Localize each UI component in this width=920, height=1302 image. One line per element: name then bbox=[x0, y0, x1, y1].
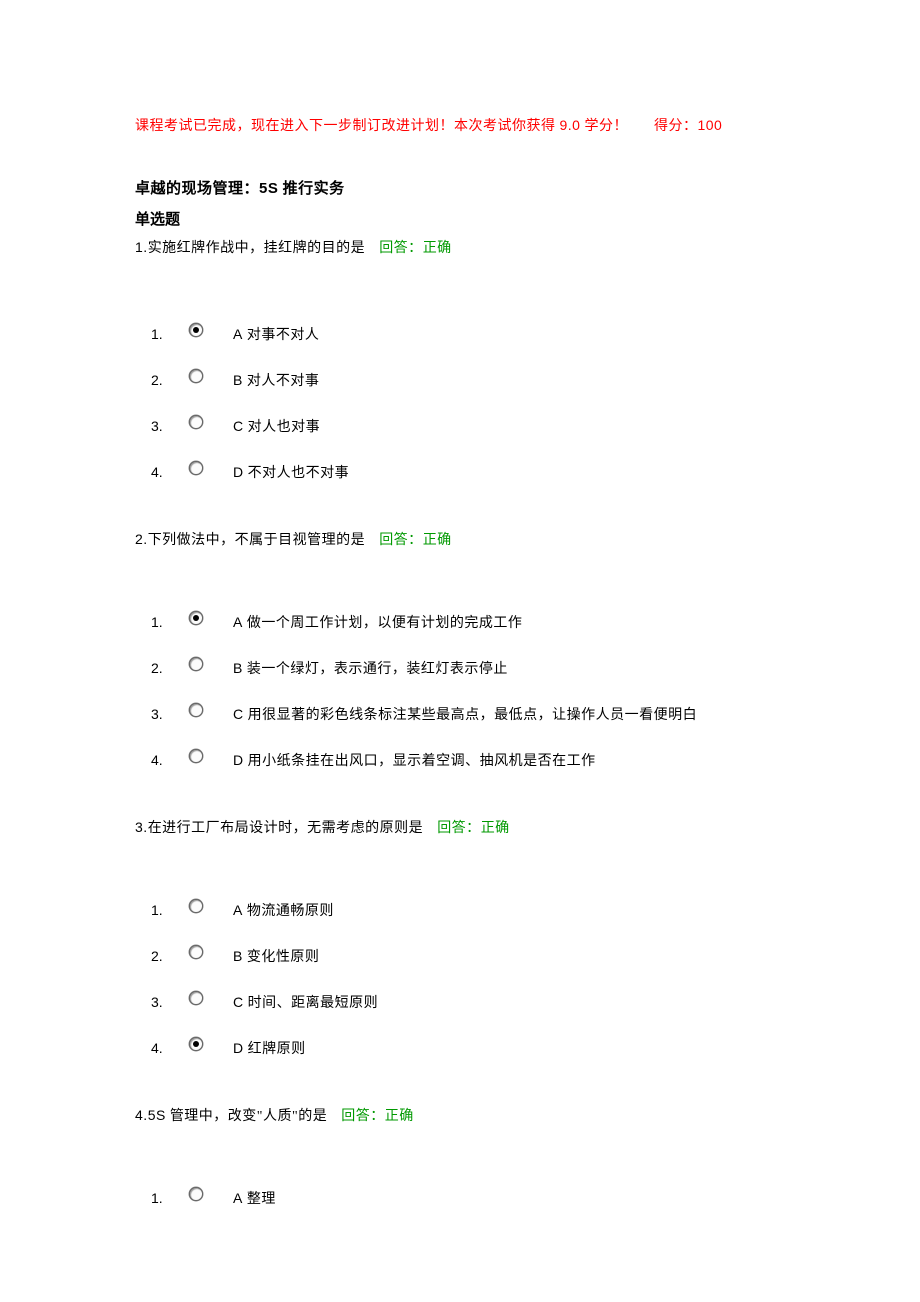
question-block: 2.下列做法中，不属于目视管理的是回答：正确 1. A做一个周工作计划，以便有计… bbox=[135, 529, 790, 783]
option-row: 2. B对人不对事 bbox=[145, 357, 790, 403]
title-suffix: 推行实务 bbox=[278, 181, 344, 197]
question-type-heading: 单选题 bbox=[135, 208, 790, 229]
answer-status: 回答：正确 bbox=[379, 533, 452, 548]
notice-credits: 9.0 bbox=[560, 117, 581, 133]
option-index: 2. bbox=[145, 948, 189, 964]
option-row: 2. B装一个绿灯，表示通行，装红灯表示停止 bbox=[145, 645, 790, 691]
option-index: 2. bbox=[145, 372, 189, 388]
answer-status: 回答：正确 bbox=[341, 1109, 414, 1124]
radio-icon[interactable] bbox=[189, 657, 203, 671]
question-text: 下列做法中，不属于目视管理的是 bbox=[148, 533, 366, 548]
question-number: 1. bbox=[135, 239, 148, 255]
question-stem: 4.5S 管理中，改变"人质"的是回答：正确 bbox=[135, 1105, 790, 1125]
option-row: 3. C用很显著的彩色线条标注某些最高点，最低点，让操作人员一看便明白 bbox=[145, 691, 790, 737]
option-row: 1. A物流通畅原则 bbox=[145, 887, 790, 933]
radio-icon[interactable] bbox=[189, 1037, 203, 1051]
question-block: 3.在进行工厂布局设计时，无需考虑的原则是回答：正确 1. A物流通畅原则 2.… bbox=[135, 817, 790, 1071]
answer-status: 回答：正确 bbox=[379, 241, 452, 256]
option-index: 1. bbox=[145, 902, 189, 918]
option-row: 4. D不对人也不对事 bbox=[145, 449, 790, 495]
question-stem: 3.在进行工厂布局设计时，无需考虑的原则是回答：正确 bbox=[135, 817, 790, 837]
option-text: A物流通畅原则 bbox=[233, 900, 334, 920]
option-row: 1. A对事不对人 bbox=[145, 311, 790, 357]
option-text: A对事不对人 bbox=[233, 324, 319, 344]
question-prefix-latin: 5S bbox=[148, 1107, 166, 1123]
radio-icon[interactable] bbox=[189, 703, 203, 717]
question-block: 4.5S 管理中，改变"人质"的是回答：正确 1. A整理 bbox=[135, 1105, 790, 1221]
radio-icon[interactable] bbox=[189, 945, 203, 959]
option-text: C用很显著的彩色线条标注某些最高点，最低点，让操作人员一看便明白 bbox=[233, 704, 697, 724]
option-text: B装一个绿灯，表示通行，装红灯表示停止 bbox=[233, 658, 508, 678]
option-index: 1. bbox=[145, 1190, 189, 1206]
question-number: 2. bbox=[135, 531, 148, 547]
radio-icon[interactable] bbox=[189, 415, 203, 429]
option-text: A整理 bbox=[233, 1188, 276, 1208]
option-row: 4. D用小纸条挂在出风口，显示着空调、抽风机是否在工作 bbox=[145, 737, 790, 783]
option-index: 4. bbox=[145, 464, 189, 480]
notice-score-label: 得分： bbox=[654, 119, 698, 134]
page-container: 课程考试已完成，现在进入下一步制订改进计划！本次考试你获得 9.0 学分！ 得分… bbox=[0, 0, 920, 1302]
radio-icon[interactable] bbox=[189, 369, 203, 383]
option-index: 2. bbox=[145, 660, 189, 676]
option-index: 1. bbox=[145, 326, 189, 342]
option-index: 1. bbox=[145, 614, 189, 630]
radio-icon[interactable] bbox=[189, 899, 203, 913]
question-stem: 2.下列做法中，不属于目视管理的是回答：正确 bbox=[135, 529, 790, 549]
radio-icon[interactable] bbox=[189, 749, 203, 763]
option-list: 1. A做一个周工作计划，以便有计划的完成工作 2. B装一个绿灯，表示通行，装… bbox=[135, 599, 790, 783]
option-row: 2. B变化性原则 bbox=[145, 933, 790, 979]
notice-score: 100 bbox=[697, 117, 722, 133]
course-title: 卓越的现场管理：5S 推行实务 bbox=[135, 177, 790, 198]
radio-icon[interactable] bbox=[189, 461, 203, 475]
answer-status: 回答：正确 bbox=[437, 821, 510, 836]
notice-score-block: 得分：100 bbox=[654, 119, 722, 134]
radio-icon[interactable] bbox=[189, 611, 203, 625]
title-latin: 5S bbox=[259, 180, 278, 197]
option-text: D红牌原则 bbox=[233, 1038, 306, 1058]
question-stem: 1.实施红牌作战中，挂红牌的目的是回答：正确 bbox=[135, 237, 790, 257]
option-row: 4. D红牌原则 bbox=[145, 1025, 790, 1071]
option-text: D用小纸条挂在出风口，显示着空调、抽风机是否在工作 bbox=[233, 750, 596, 770]
option-index: 3. bbox=[145, 994, 189, 1010]
option-text: B对人不对事 bbox=[233, 370, 319, 390]
option-row: 3. C对人也对事 bbox=[145, 403, 790, 449]
radio-icon[interactable] bbox=[189, 323, 203, 337]
option-list: 1. A整理 bbox=[135, 1175, 790, 1221]
notice-text-left-after: 学分！ bbox=[580, 119, 628, 134]
option-list: 1. A物流通畅原则 2. B变化性原则 3. C时间、距离最短原则 4. D红… bbox=[135, 887, 790, 1071]
option-row: 1. A做一个周工作计划，以便有计划的完成工作 bbox=[145, 599, 790, 645]
option-row: 3. C时间、距离最短原则 bbox=[145, 979, 790, 1025]
option-index: 3. bbox=[145, 706, 189, 722]
exam-notice: 课程考试已完成，现在进入下一步制订改进计划！本次考试你获得 9.0 学分！ 得分… bbox=[135, 115, 790, 135]
option-text: B变化性原则 bbox=[233, 946, 319, 966]
option-index: 3. bbox=[145, 418, 189, 434]
option-list: 1. A对事不对人 2. B对人不对事 3. C对人也对事 4. D不对人也不对… bbox=[135, 311, 790, 495]
option-text: A做一个周工作计划，以便有计划的完成工作 bbox=[233, 612, 522, 632]
question-text: 实施红牌作战中，挂红牌的目的是 bbox=[148, 241, 366, 256]
option-index: 4. bbox=[145, 1040, 189, 1056]
option-index: 4. bbox=[145, 752, 189, 768]
option-text: D不对人也不对事 bbox=[233, 462, 349, 482]
question-number: 3. bbox=[135, 819, 148, 835]
radio-icon[interactable] bbox=[189, 1187, 203, 1201]
question-text: 管理中，改变"人质"的是 bbox=[166, 1109, 327, 1124]
radio-icon[interactable] bbox=[189, 991, 203, 1005]
question-text: 在进行工厂布局设计时，无需考虑的原则是 bbox=[148, 821, 424, 836]
option-text: C对人也对事 bbox=[233, 416, 320, 436]
question-number: 4. bbox=[135, 1107, 148, 1123]
option-row: 1. A整理 bbox=[145, 1175, 790, 1221]
option-text: C时间、距离最短原则 bbox=[233, 992, 378, 1012]
title-prefix: 卓越的现场管理： bbox=[135, 181, 259, 197]
notice-text-left: 课程考试已完成，现在进入下一步制订改进计划！本次考试你获得 bbox=[135, 119, 560, 134]
